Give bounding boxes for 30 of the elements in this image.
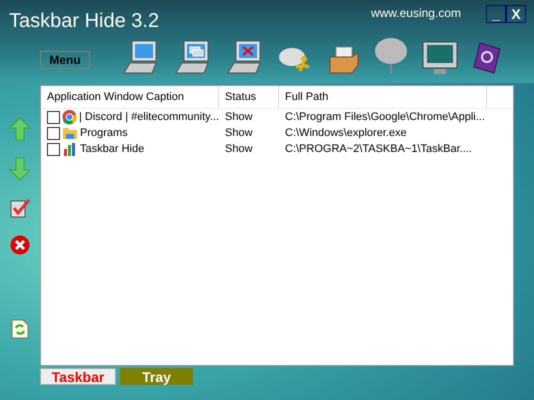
checklist-icon[interactable] [9, 197, 31, 219]
window-caption: Programs [80, 127, 128, 139]
status-text: Show [224, 143, 254, 155]
path-text: C:\Program Files\Google\Chrome\Appli... [284, 111, 486, 123]
menu-button[interactable]: Menu [40, 51, 90, 69]
browser-icon [62, 109, 77, 125]
path-text: C:\Windows\explorer.exe [284, 127, 408, 139]
monitor-icon[interactable] [422, 41, 458, 75]
window-caption: Taskbar Hide [80, 143, 144, 155]
file-box-icon[interactable] [328, 45, 360, 75]
column-header[interactable]: Application Window Caption [41, 86, 219, 108]
window-title: Taskbar Hide 3.2 [9, 10, 160, 33]
chart-app-icon [62, 141, 78, 157]
minimize-button[interactable]: _ [486, 5, 506, 23]
website-link[interactable]: www.eusing.com [370, 6, 461, 20]
tab[interactable]: Tray [120, 368, 193, 385]
status-text: Show [224, 111, 254, 123]
column-header[interactable]: Full Path [279, 86, 487, 108]
column-header[interactable]: Status [219, 86, 279, 108]
folder-icon [62, 125, 78, 141]
help-book-icon[interactable] [472, 41, 502, 75]
status-text: Show [224, 127, 254, 139]
row-checkbox[interactable] [47, 110, 60, 124]
delete-icon[interactable] [10, 235, 30, 255]
refresh-document-icon[interactable] [11, 319, 29, 339]
row-checkbox[interactable] [47, 126, 60, 140]
row-checkbox[interactable] [47, 142, 60, 156]
window-caption: | Discord | #elitecommunity... [79, 111, 219, 123]
path-text: C:\PROGRA~2\TASKBA~1\TaskBar.... [284, 143, 473, 155]
close-button[interactable]: X [506, 5, 526, 23]
